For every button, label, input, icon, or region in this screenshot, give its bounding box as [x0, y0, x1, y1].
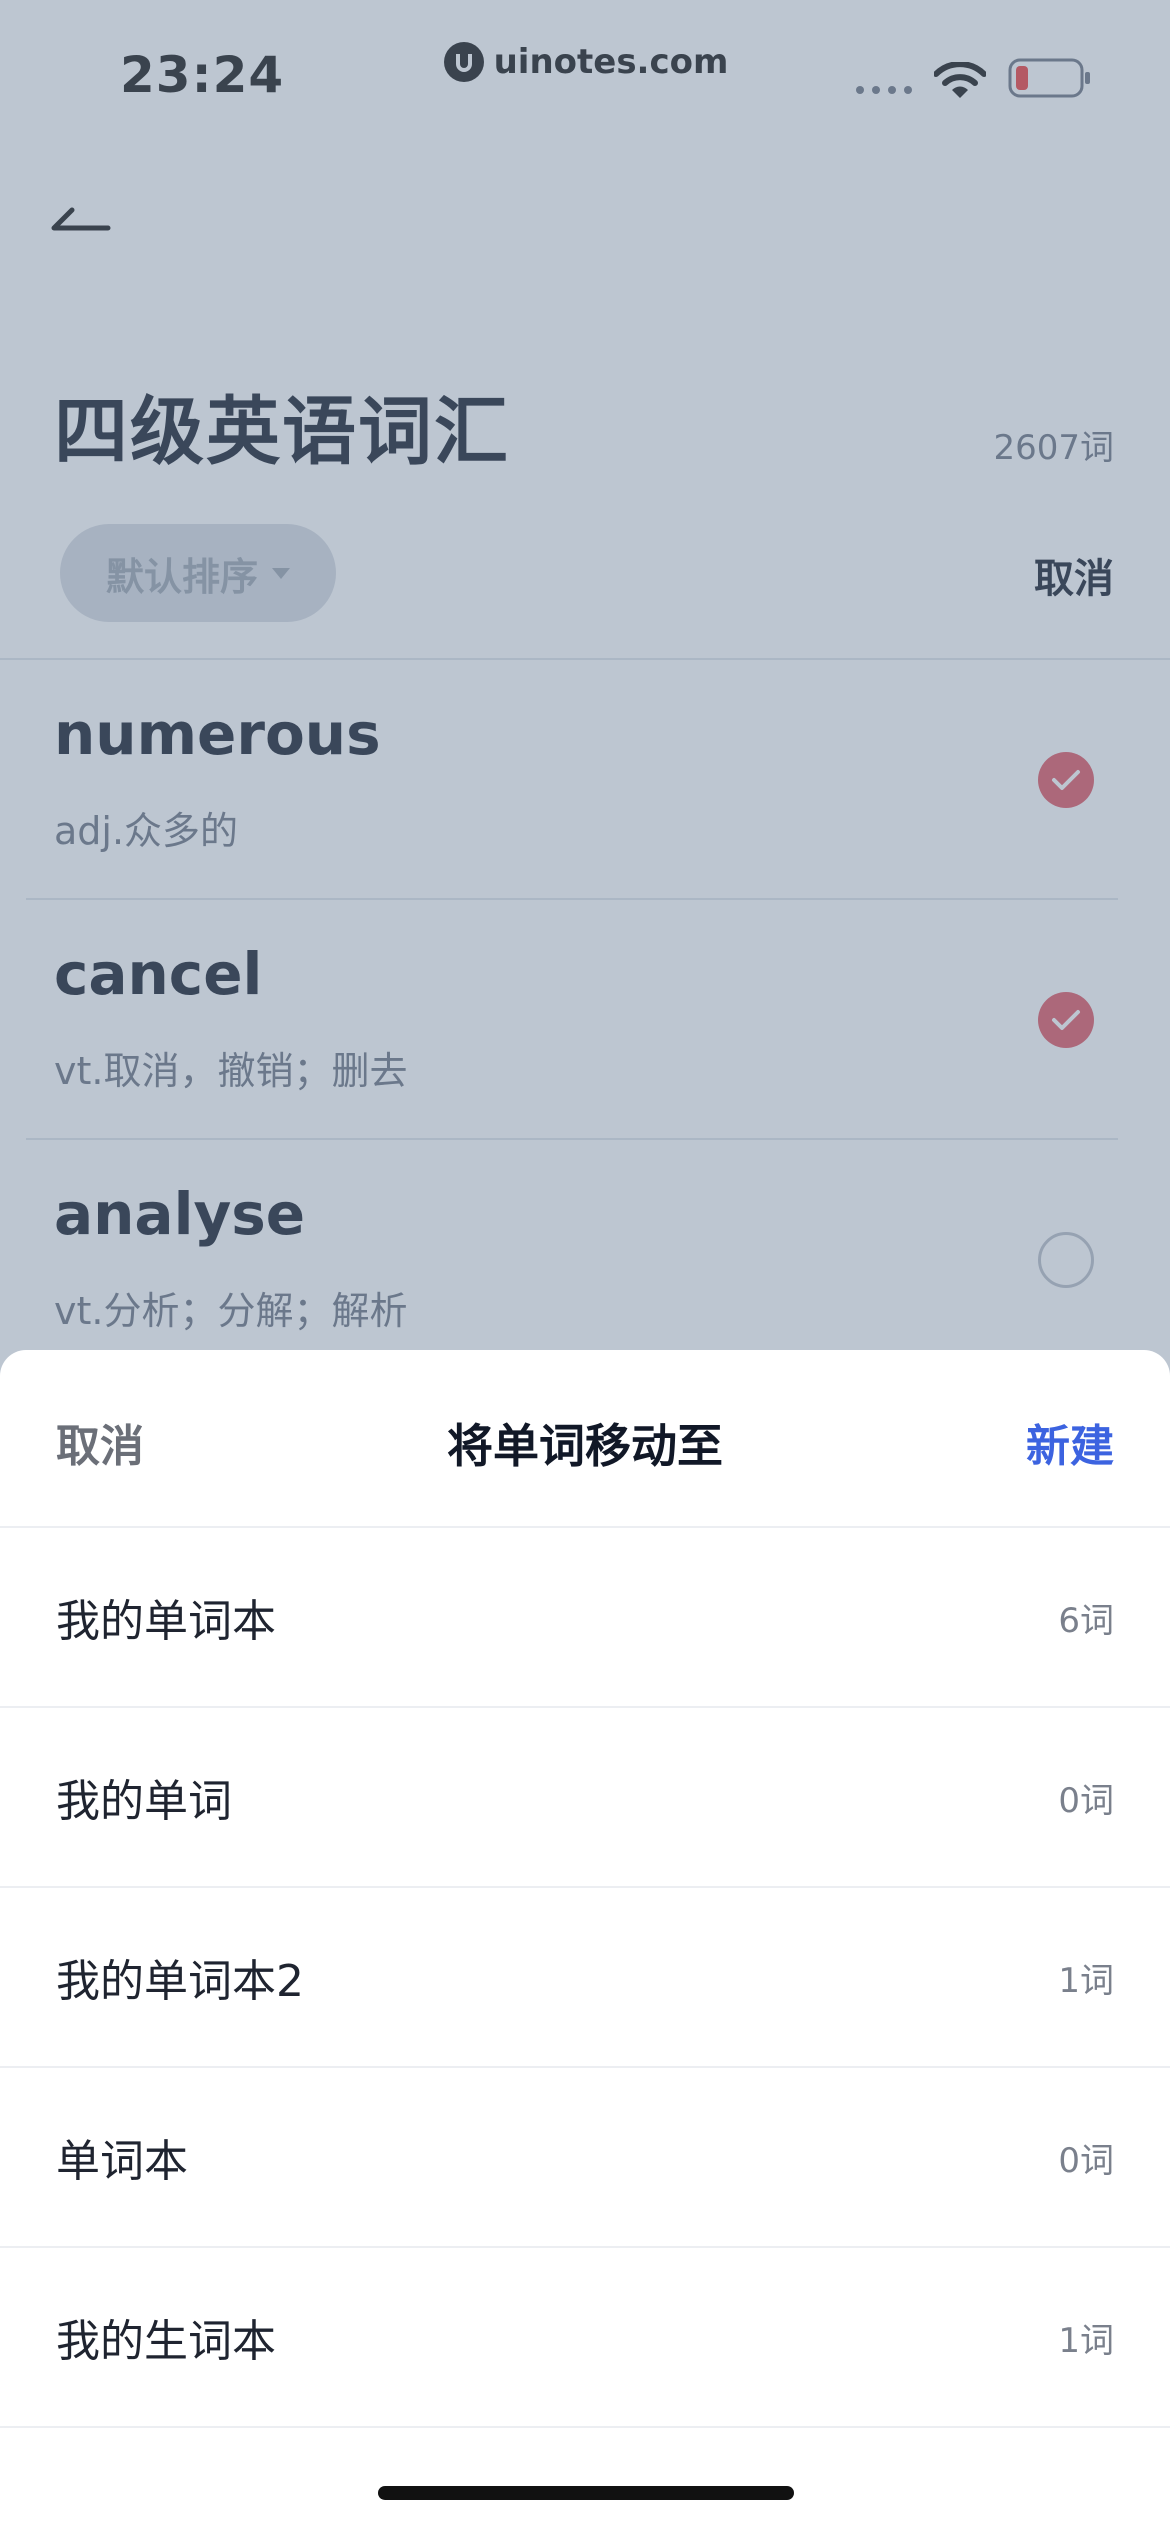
wordbook-name: 单词本: [56, 2136, 188, 2187]
wordbook-item[interactable]: 我的单词本2 1词: [0, 1888, 1170, 2068]
wordbook-item[interactable]: 我的生词本 1词: [0, 2248, 1170, 2428]
wordbook-count: 0词: [1058, 1780, 1114, 1821]
wordbook-name: 我的生词本: [56, 2316, 276, 2367]
home-indicator[interactable]: [378, 2486, 794, 2500]
wordbook-count: 6词: [1058, 1600, 1114, 1641]
sheet-title: 将单词移动至: [447, 1419, 723, 1473]
new-wordbook-button[interactable]: 新建: [1026, 1410, 1114, 1474]
wordbook-item[interactable]: 单词本 0词: [0, 2068, 1170, 2248]
wordbook-count: 1词: [1058, 1960, 1114, 2001]
wordbook-count: 0词: [1058, 2140, 1114, 2181]
wordbook-name: 我的单词本: [56, 1596, 276, 1647]
wordbook-item[interactable]: 我的单词 0词: [0, 1708, 1170, 1888]
sheet-header: 取消 将单词移动至 新建: [0, 1350, 1170, 1528]
move-words-sheet: 取消 将单词移动至 新建 我的单词本 6词 我的单词 0词 我的单词本2 1词 …: [0, 1350, 1170, 2532]
wordbook-item[interactable]: 我的单词本 6词: [0, 1528, 1170, 1708]
wordbook-count: 1词: [1058, 2320, 1114, 2361]
wordbook-name: 我的单词本2: [56, 1956, 304, 2007]
screen: 23:24 uinotes.com 四级英语词汇 2607词 默认排序 取消 n…: [0, 0, 1170, 2532]
wordbook-name: 我的单词: [56, 1776, 232, 1827]
